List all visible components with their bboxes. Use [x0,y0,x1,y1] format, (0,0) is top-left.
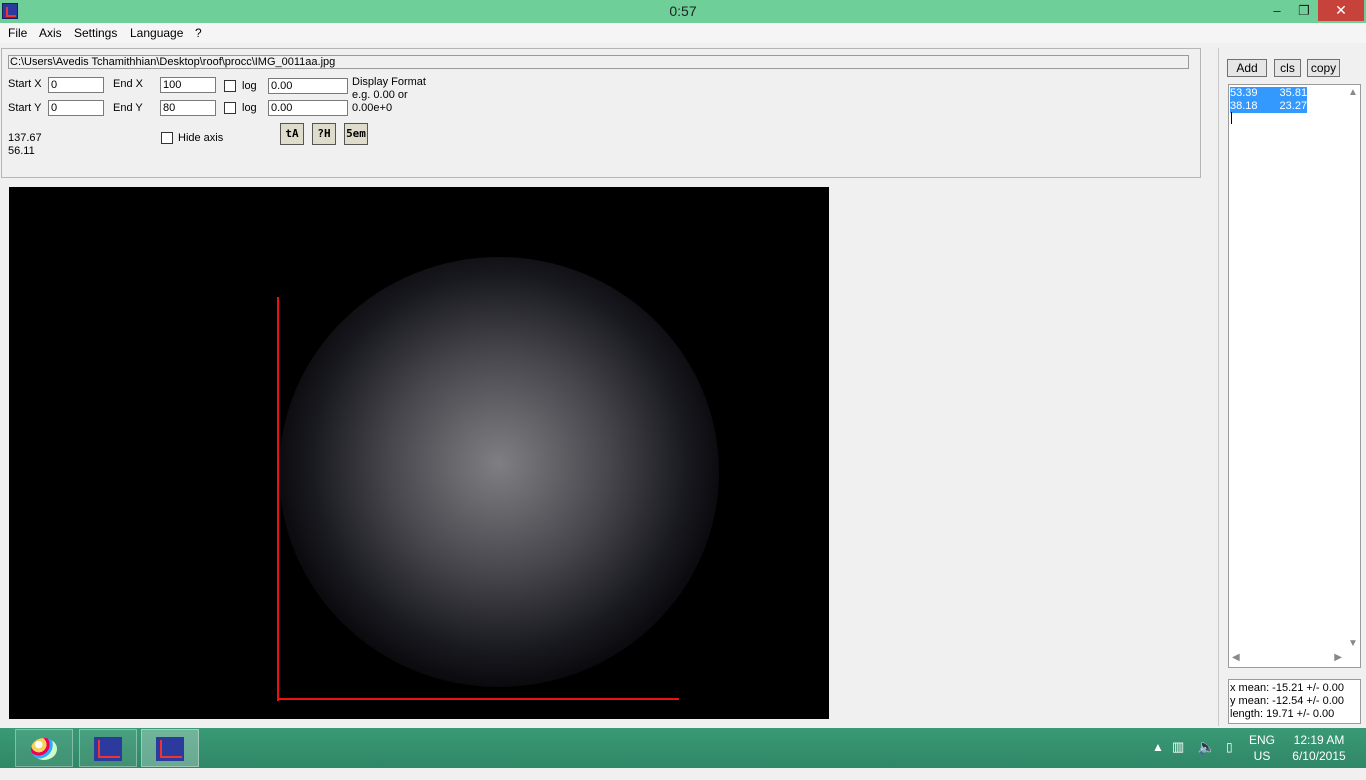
horizontal-scrollbar[interactable]: ◀ ▶ [1229,650,1345,667]
start-y-label: Start Y [8,102,42,114]
menu-help[interactable]: ? [195,26,202,40]
window-title: 0:57 [669,3,697,19]
display-format-example: e.g. 0.00 or [352,89,408,101]
axis-tool-icon[interactable]: tA [280,123,304,145]
cursor-y-readout: 56.11 [8,145,35,157]
battery-icon[interactable]: ▯ [1226,740,1233,780]
close-button[interactable]: ✕ [1318,0,1364,21]
clock-date: 6/10/2015 [1292,749,1346,763]
panel-divider [1218,48,1219,726]
menu-bar: File Axis Settings Language ? [0,23,1366,43]
menu-file[interactable]: File [8,26,27,40]
clock-time: 12:19 AM [1293,733,1345,747]
list-item[interactable]: 53.39 35.81 [1230,87,1308,100]
add-button[interactable]: Add [1227,59,1267,77]
list-item[interactable]: 38.18 23.27 [1230,100,1308,113]
log-x-checkbox[interactable] [224,80,236,92]
points-list[interactable]: 53.39 35.81 38.18 23.27 ▲ ▼ ◀ ▶ [1228,84,1361,668]
graph-axis-icon [94,737,122,761]
menu-axis[interactable]: Axis [39,26,62,40]
vertical-scrollbar[interactable]: ▲ ▼ [1344,85,1360,651]
scroll-right-icon[interactable]: ▶ [1334,652,1342,663]
taskbar-paint-button[interactable] [15,729,73,767]
point-x: 38.18 [1230,100,1258,112]
graph-axis-icon [156,737,184,761]
end-x-input[interactable]: 100 [160,77,216,93]
sem-tool-icon[interactable]: 5em [344,123,368,145]
start-y-input[interactable]: 0 [48,100,104,116]
restore-button[interactable]: ❐ [1290,0,1318,21]
scroll-down-icon[interactable]: ▼ [1348,638,1358,649]
speaker-icon[interactable]: 🔈 [1197,738,1216,778]
y-axis-line[interactable] [277,297,279,701]
cursor-x-readout: 137.67 [8,132,42,144]
log-x-label: log [242,80,257,92]
point-x: 53.39 [1230,87,1258,99]
text-caret [1231,112,1232,124]
statistics-box: x mean: -15.21 +/- 0.00 y mean: -12.54 +… [1228,679,1361,724]
format-y-input[interactable]: 0.00 [268,100,348,116]
help-tool-icon[interactable]: ?H [312,123,336,145]
network-icon[interactable]: ▥ [1172,739,1184,779]
start-x-label: Start X [8,78,42,90]
chevron-up-icon[interactable]: ▲ [1152,740,1164,780]
hide-axis-checkbox[interactable] [161,132,173,144]
x-axis-line[interactable] [277,698,679,700]
keyboard-layout: US [1253,749,1271,763]
menu-settings[interactable]: Settings [74,26,117,40]
point-y: 23.27 [1279,100,1308,112]
photo-glow [279,257,719,687]
menu-language[interactable]: Language [130,26,183,40]
title-bar: 0:57 – ❐ ✕ [0,0,1366,23]
display-format-example-2: 0.00e+0 [352,102,393,114]
image-canvas[interactable] [9,187,829,719]
language-code: ENG [1248,733,1275,747]
length-stat: length: 19.71 +/- 0.00 [1230,708,1335,720]
display-format-label: Display Format [352,76,426,88]
y-mean-stat: y mean: -12.54 +/- 0.00 [1230,695,1345,707]
log-y-label: log [242,102,257,114]
taskbar: ▲ ▥ 🔈 ▯ ENG US 12:19 AM 6/10/2015 [0,728,1366,768]
clear-button[interactable]: cls [1274,59,1301,77]
scroll-left-icon[interactable]: ◀ [1232,652,1240,663]
paint-palette-icon [31,738,57,760]
log-y-checkbox[interactable] [224,102,236,114]
end-y-input[interactable]: 80 [160,100,216,116]
point-y: 35.81 [1279,87,1308,99]
scroll-up-icon[interactable]: ▲ [1348,87,1358,98]
x-mean-stat: x mean: -15.21 +/- 0.00 [1230,682,1345,694]
minimize-button[interactable]: – [1262,0,1292,21]
copy-button[interactable]: copy [1307,59,1340,77]
hide-axis-label: Hide axis [178,132,224,144]
start-x-input[interactable]: 0 [48,77,104,93]
taskbar-app-button-2[interactable] [141,729,199,767]
clock[interactable]: 12:19 AM 6/10/2015 [1284,732,1354,772]
end-y-label: End Y [113,102,143,114]
file-path-field[interactable]: C:\Users\Avedis Tchamithhian\Desktop\roo… [8,55,1189,69]
end-x-label: End X [113,78,143,90]
taskbar-app-button-1[interactable] [79,729,137,767]
language-indicator[interactable]: ENG US [1246,732,1278,772]
format-x-input[interactable]: 0.00 [268,78,348,94]
